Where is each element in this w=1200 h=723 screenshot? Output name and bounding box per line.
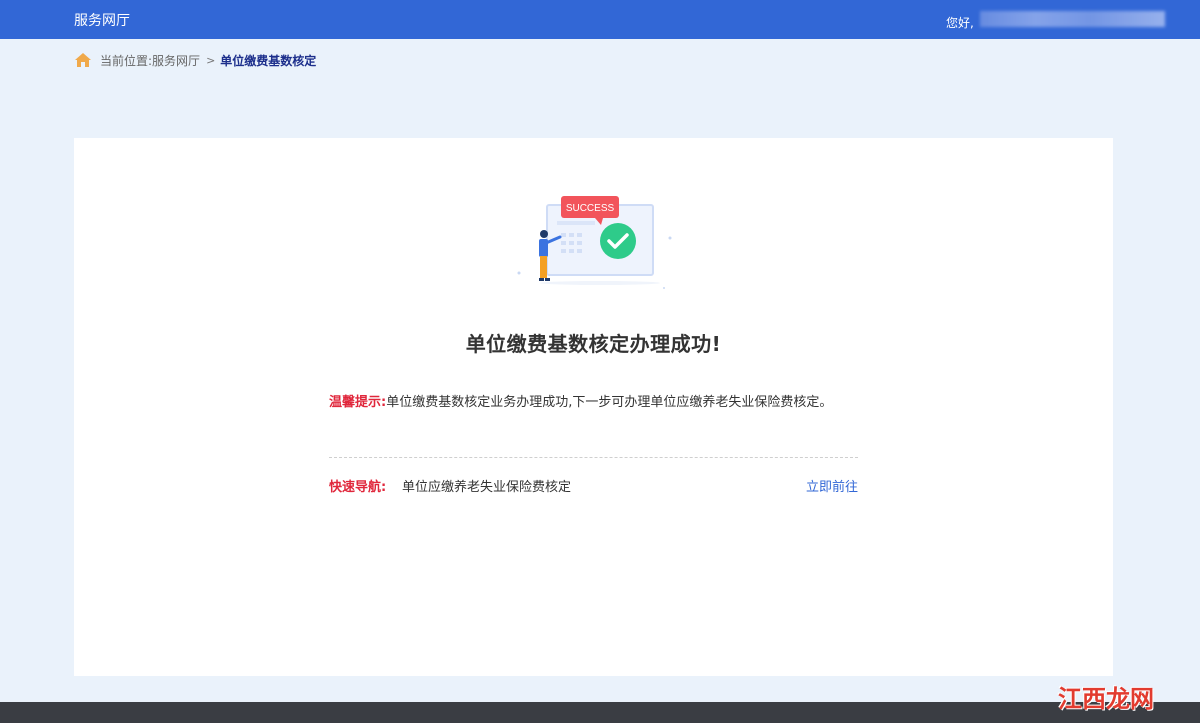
user-greeting: 您好, bbox=[946, 16, 974, 30]
quick-nav: 快速导航: 单位应缴养老失业保险费核定 立即前往 bbox=[329, 476, 858, 496]
success-illustration: SUCCESS bbox=[515, 193, 675, 298]
quick-nav-label: 快速导航: bbox=[329, 480, 387, 495]
tip-box: 温馨提示:单位缴费基数核定业务办理成功,下一步可办理单位应缴养老失业保险费核定。 bbox=[329, 392, 864, 414]
top-bar: 服务网厅 您好, bbox=[0, 0, 1200, 39]
breadcrumb-current: 单位缴费基数核定 bbox=[220, 53, 317, 68]
breadcrumb-separator: > bbox=[206, 53, 216, 67]
divider bbox=[329, 457, 858, 458]
user-name-redacted bbox=[980, 11, 1165, 27]
result-card: SUCCESS 单位缴费基数核定办理成功! 温馨提示:单位缴费基数核定业务办理成… bbox=[74, 138, 1113, 676]
watermark-logo: 江西龙网 bbox=[1058, 684, 1154, 713]
brand-title[interactable]: 服务网厅 bbox=[74, 10, 130, 30]
breadcrumb: 当前位置: 服务网厅 > 单位缴费基数核定 bbox=[74, 52, 316, 68]
breadcrumb-prefix: 当前位置: bbox=[100, 53, 153, 68]
go-now-link[interactable]: 立即前往 bbox=[806, 476, 858, 495]
tip-label: 温馨提示: bbox=[329, 395, 387, 410]
success-badge-text: SUCCESS bbox=[566, 203, 615, 214]
tip-text: 单位缴费基数核定业务办理成功,下一步可办理单位应缴养老失业保险费核定。 bbox=[386, 395, 833, 410]
quick-nav-target: 单位应缴养老失业保险费核定 bbox=[402, 480, 572, 495]
home-icon[interactable] bbox=[74, 52, 92, 68]
footer-bar bbox=[0, 702, 1200, 723]
breadcrumb-parent[interactable]: 服务网厅 bbox=[152, 52, 200, 69]
result-title: 单位缴费基数核定办理成功! bbox=[465, 332, 722, 356]
